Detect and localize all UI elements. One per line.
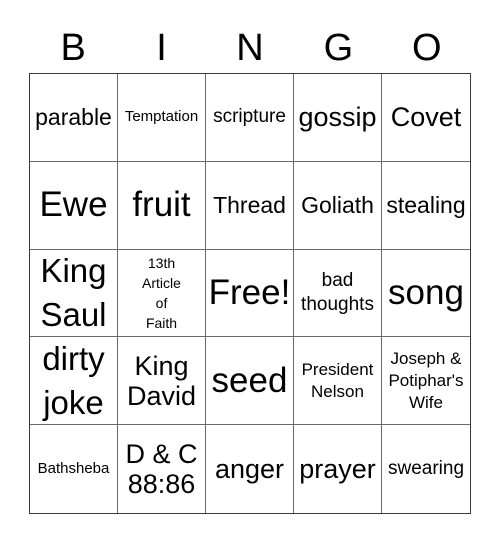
- bingo-cell[interactable]: bad thoughts: [294, 249, 382, 338]
- bingo-cell[interactable]: scripture: [206, 74, 294, 162]
- bingo-cell[interactable]: song: [382, 250, 470, 338]
- bingo-cell[interactable]: 13th Article of Faith: [118, 249, 206, 338]
- bingo-cell[interactable]: prayer: [294, 425, 382, 513]
- cell-label: Bathsheba: [37, 460, 110, 478]
- bingo-cell[interactable]: gossip: [294, 74, 382, 162]
- bingo-cell[interactable]: swearing: [382, 425, 470, 513]
- bingo-cell[interactable]: seed: [206, 337, 294, 426]
- free-space-cell[interactable]: Free!: [206, 249, 294, 338]
- cell-label: Ewe: [39, 185, 108, 225]
- bingo-cell[interactable]: Bathsheba: [30, 425, 118, 513]
- cell-label: stealing: [386, 192, 466, 219]
- cell-label: Free!: [208, 272, 291, 312]
- header-letter-n: N: [236, 27, 264, 69]
- bingo-cell[interactable]: Covet: [382, 74, 470, 162]
- bingo-cell[interactable]: parable: [30, 74, 118, 162]
- cell-label: swearing: [387, 458, 465, 480]
- bingo-cell[interactable]: D & C 88:86: [118, 425, 206, 513]
- bingo-cell[interactable]: King David: [118, 337, 206, 426]
- header-letter-i: I: [156, 27, 167, 69]
- bingo-header: B I N G O: [29, 22, 471, 74]
- cell-label: D & C 88:86: [125, 439, 198, 500]
- cell-label: scripture: [213, 106, 286, 128]
- cell-label: Joseph & Potiphar's Wife: [388, 348, 464, 412]
- cell-label: Goliath: [301, 192, 374, 219]
- cell-label: fruit: [132, 185, 191, 225]
- bingo-cell[interactable]: stealing: [382, 162, 470, 250]
- bingo-cell[interactable]: fruit: [118, 161, 206, 250]
- bingo-cell[interactable]: dirty joke: [30, 337, 118, 426]
- cell-label: anger: [214, 454, 285, 485]
- cell-label: Covet: [390, 102, 462, 133]
- bingo-grid: parable Temptation scripture gossip Cove…: [29, 73, 471, 514]
- cell-label: 13th Article of Faith: [142, 254, 181, 331]
- cell-label: King David: [126, 350, 197, 411]
- bingo-cell[interactable]: Thread: [206, 161, 294, 250]
- cell-label: prayer: [299, 454, 376, 485]
- cell-label: Temptation: [124, 108, 199, 126]
- bingo-cell[interactable]: President Nelson: [294, 337, 382, 426]
- header-letter-b: B: [60, 27, 86, 69]
- cell-label: parable: [35, 104, 112, 131]
- cell-label: gossip: [298, 102, 377, 133]
- cell-label: song: [388, 272, 464, 312]
- bingo-cell[interactable]: Temptation: [118, 74, 206, 162]
- header-letter-g: G: [323, 27, 354, 69]
- bingo-cell[interactable]: anger: [206, 425, 294, 513]
- cell-label: Thread: [213, 192, 286, 219]
- cell-label: dirty joke: [42, 339, 105, 421]
- cell-label: King Saul: [40, 252, 107, 333]
- bingo-cell[interactable]: Joseph & Potiphar's Wife: [382, 337, 470, 426]
- cell-label: bad thoughts: [301, 269, 374, 315]
- bingo-cell[interactable]: King Saul: [30, 249, 118, 338]
- header-letter-o: O: [411, 27, 442, 69]
- cell-label: President Nelson: [301, 359, 374, 401]
- bingo-cell[interactable]: Goliath: [294, 161, 382, 250]
- cell-label: seed: [211, 360, 288, 400]
- bingo-cell[interactable]: Ewe: [30, 161, 118, 250]
